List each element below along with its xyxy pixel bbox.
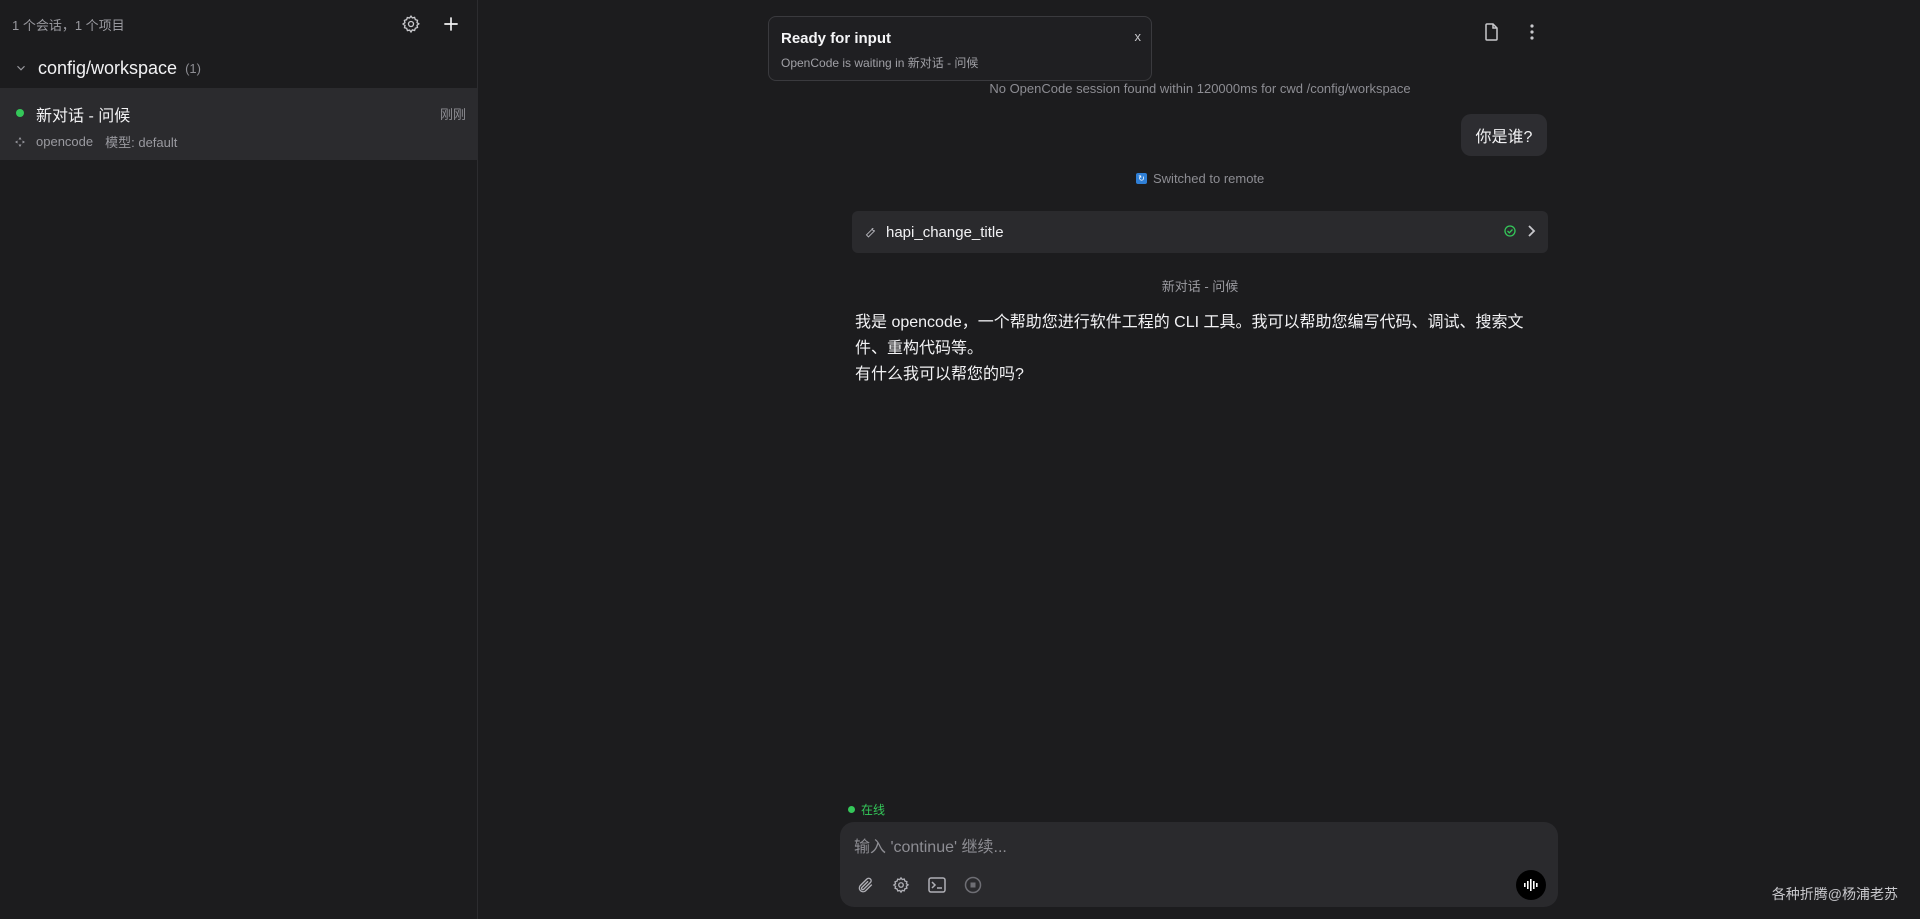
message-input[interactable] <box>854 834 1534 862</box>
paperclip-icon <box>858 877 873 893</box>
ready-toast: Ready for input OpenCode is waiting in 新… <box>768 16 1152 81</box>
title-change-note: 新对话 - 问候 <box>1161 279 1239 294</box>
connection-status: 在线 <box>848 801 885 818</box>
wrench-icon <box>865 227 876 238</box>
audio-wave-icon <box>1524 879 1538 891</box>
system-note: No OpenCode session found within 120000m… <box>989 81 1411 96</box>
composer-settings-button[interactable] <box>890 874 912 896</box>
assistant-reply: 我是 opencode，一个帮助您进行软件工程的 CLI 工具。我可以帮助您编写… <box>855 310 1545 388</box>
more-menu-button[interactable] <box>1520 20 1544 44</box>
online-dot <box>848 806 855 813</box>
check-circle-icon <box>1504 225 1516 237</box>
attach-button[interactable] <box>854 874 876 896</box>
composer <box>840 822 1558 907</box>
toast-title: Ready for input <box>781 30 892 47</box>
file-button[interactable] <box>1480 20 1504 44</box>
reply-line-1: 我是 opencode，一个帮助您进行软件工程的 CLI 工具。我可以帮助您编写… <box>855 314 1524 357</box>
toast-subtitle: OpenCode is waiting in 新对话 - 问候 <box>781 56 979 70</box>
watermark: 各种折腾@杨浦老苏 <box>1771 886 1898 902</box>
composer-toolbar <box>854 874 998 896</box>
sync-icon: ↻ <box>1136 173 1147 184</box>
tool-name: hapi_change_title <box>886 223 1004 241</box>
chevron-right-icon <box>1528 225 1536 237</box>
stop-button[interactable] <box>962 874 984 896</box>
gear-icon <box>892 876 910 894</box>
file-icon <box>1485 23 1498 41</box>
reply-line-2: 有什么我可以帮您的吗? <box>855 366 1024 383</box>
tool-status <box>1494 224 1536 238</box>
stop-circle-icon <box>964 876 982 894</box>
switched-remote-note: ↻ Switched to remote <box>1136 171 1264 186</box>
online-label: 在线 <box>861 803 886 817</box>
voice-button[interactable] <box>1516 870 1546 900</box>
toast-close-button[interactable]: x <box>1135 29 1142 44</box>
switched-label: Switched to remote <box>1153 171 1265 186</box>
chat-main: Ready for input OpenCode is waiting in 新… <box>0 0 1920 919</box>
terminal-button[interactable] <box>926 874 948 896</box>
terminal-icon <box>928 877 946 893</box>
tool-call-row[interactable]: hapi_change_title <box>852 211 1548 253</box>
more-vertical-icon <box>1530 24 1534 40</box>
user-message: 你是谁? <box>1461 114 1547 156</box>
